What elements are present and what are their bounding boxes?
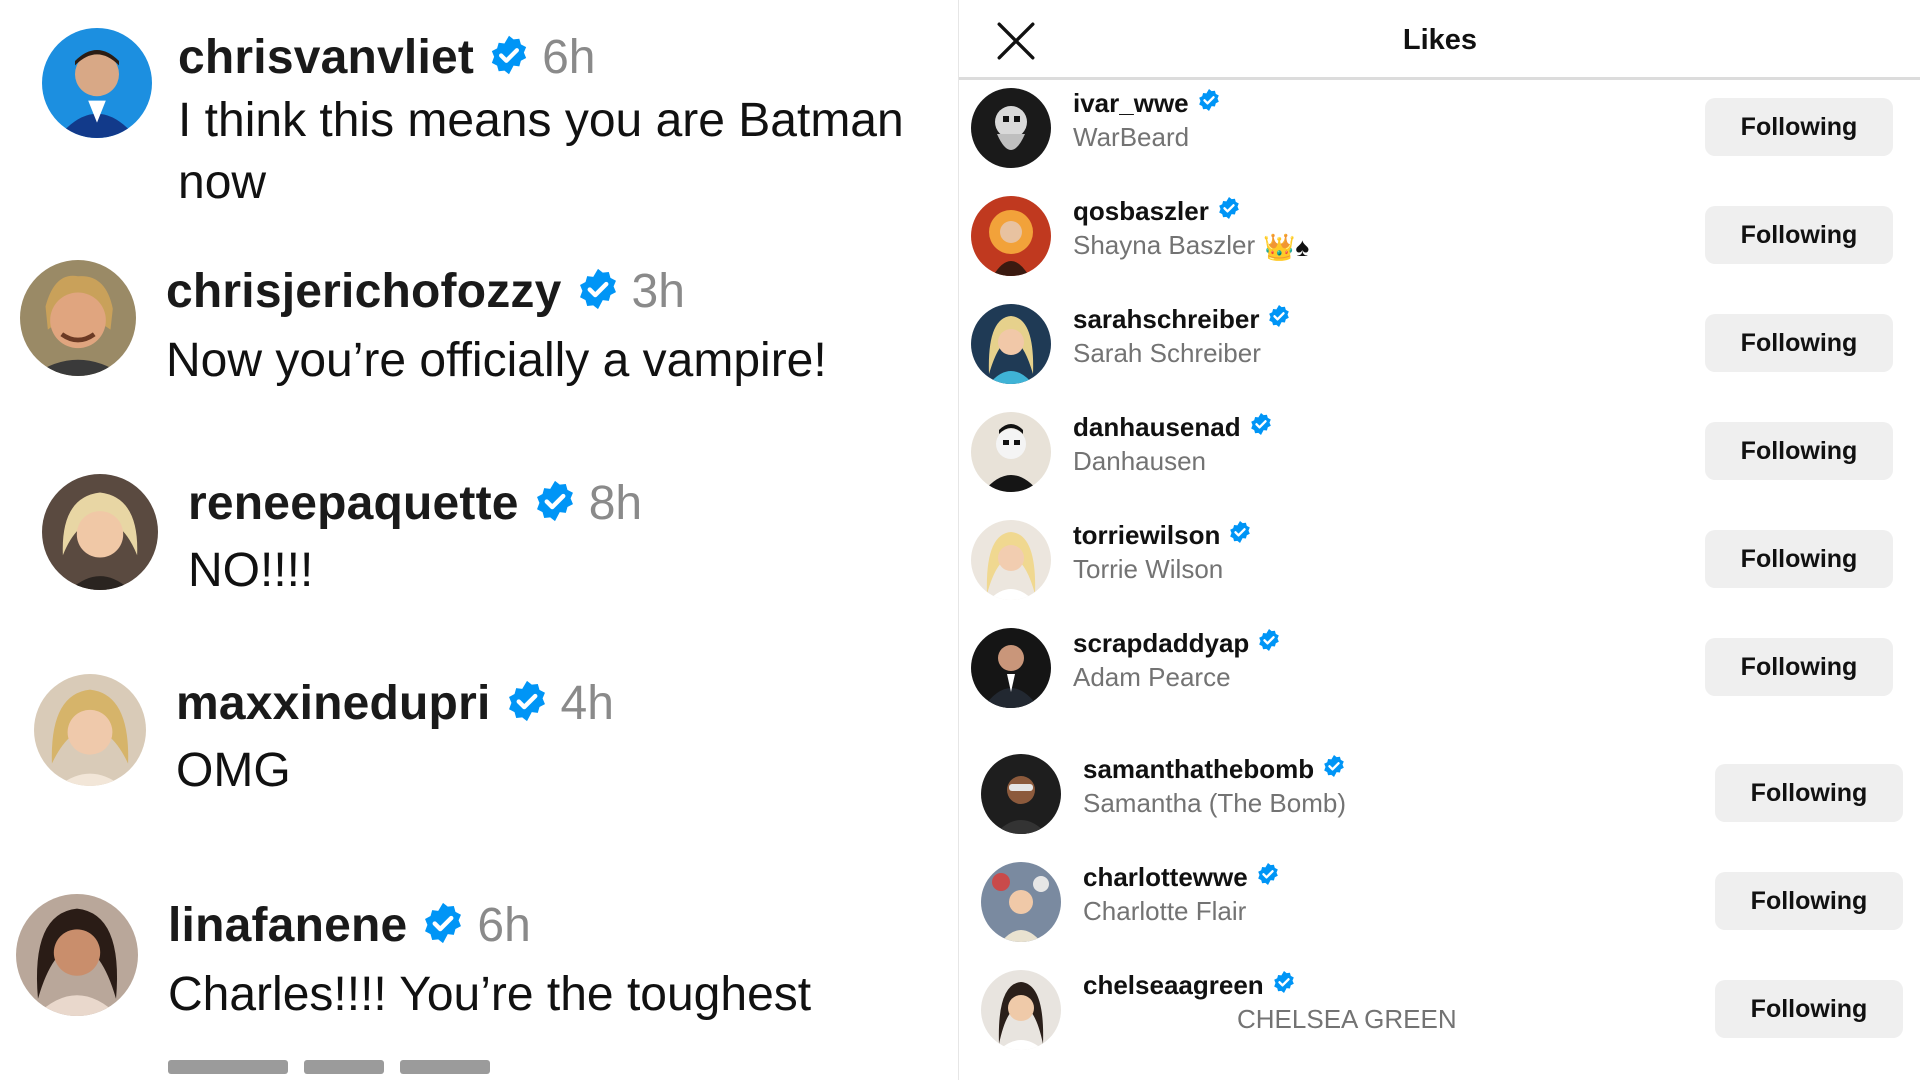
verified-badge-icon: [1267, 304, 1291, 335]
verified-badge-icon: [1228, 520, 1252, 551]
following-button[interactable]: Following: [1705, 530, 1893, 588]
avatar[interactable]: [971, 304, 1051, 384]
verified-badge-icon: [1249, 412, 1273, 443]
comment-time: 3h: [631, 265, 685, 318]
verified-badge-icon: [1256, 862, 1280, 893]
like-full-name: Torrie Wilson: [1073, 554, 1224, 584]
like-full-name: Danhausen: [1073, 446, 1206, 476]
comment-text: I think this means you are Batman now: [178, 94, 904, 209]
like-username[interactable]: ivar_wwe: [1073, 88, 1189, 119]
like-row: danhausenad Danhausen Following: [959, 402, 1920, 502]
following-button[interactable]: Following: [1715, 872, 1903, 930]
like-row: chelseaagreen CHELSEA GREEN Following: [959, 960, 1920, 1060]
like-full-name: Charlotte Flair: [1083, 896, 1247, 926]
avatar[interactable]: [971, 88, 1051, 168]
like-row: torriewilson Torrie Wilson Following: [959, 510, 1920, 610]
following-button[interactable]: Following: [1705, 422, 1893, 480]
avatar[interactable]: [981, 754, 1061, 834]
verified-badge-icon: [1322, 754, 1346, 785]
verified-badge-icon: [1272, 970, 1296, 1001]
verified-badge-icon: [488, 34, 530, 81]
following-button[interactable]: Following: [1715, 980, 1903, 1038]
like-username[interactable]: samanthathebomb: [1083, 754, 1314, 785]
comment-time: 4h: [560, 677, 614, 730]
avatar[interactable]: [981, 970, 1061, 1050]
comment-footer-cutoff: [168, 1060, 528, 1080]
avatar[interactable]: [971, 196, 1051, 276]
comment-username[interactable]: reneepaquette: [188, 476, 519, 531]
verified-badge-icon: [421, 901, 465, 950]
like-username[interactable]: torriewilson: [1073, 520, 1220, 551]
avatar[interactable]: [42, 28, 152, 138]
comment-time: 6h: [477, 899, 531, 952]
name-emoji: 👑♠: [1263, 231, 1310, 262]
comment-text: OMG: [176, 744, 291, 797]
comment-username[interactable]: chrisjerichofozzy: [166, 264, 562, 319]
like-full-name: Sarah Schreiber: [1073, 338, 1261, 368]
comment-username[interactable]: linafanene: [168, 898, 407, 953]
verified-badge-icon: [1257, 628, 1281, 659]
avatar[interactable]: [971, 628, 1051, 708]
likes-panel: Likes ivar_wwe WarBeard Following qosbas…: [958, 0, 1920, 1080]
avatar[interactable]: [16, 894, 138, 1016]
verified-badge-icon: [1217, 196, 1241, 227]
comment-time: 6h: [542, 31, 596, 84]
avatar[interactable]: [971, 520, 1051, 600]
like-row: ivar_wwe WarBeard Following: [959, 78, 1920, 178]
like-username[interactable]: danhausenad: [1073, 412, 1241, 443]
like-full-name: Samantha (The Bomb): [1083, 788, 1347, 818]
verified-badge-icon: [505, 679, 549, 728]
following-button[interactable]: Following: [1705, 638, 1893, 696]
comment-text: Charles!!!! You’re the toughest: [168, 968, 812, 1021]
comment-text: NO!!!!: [188, 544, 314, 597]
like-username[interactable]: charlottewwe: [1083, 862, 1248, 893]
like-full-name-row: Shayna Baszler 👑♠: [1073, 230, 1309, 263]
avatar[interactable]: [20, 260, 136, 376]
like-full-name: Adam Pearce: [1073, 662, 1231, 692]
like-username[interactable]: sarahschreiber: [1073, 304, 1259, 335]
likes-title: Likes: [1402, 24, 1478, 56]
comments-panel: chrisvanvliet 6h I think this means you …: [0, 0, 955, 1080]
avatar[interactable]: [34, 674, 146, 786]
comment-text: Now you’re officially a vampire!: [166, 334, 827, 387]
avatar[interactable]: [981, 862, 1061, 942]
like-row: sarahschreiber Sarah Schreiber Following: [959, 294, 1920, 394]
comment-username[interactable]: maxxinedupri: [176, 676, 491, 731]
like-username[interactable]: scrapdaddyap: [1073, 628, 1249, 659]
like-row: scrapdaddyap Adam Pearce Following: [959, 618, 1920, 718]
verified-badge-icon: [576, 267, 620, 316]
comment-time: 8h: [588, 477, 643, 530]
like-row: charlottewwe Charlotte Flair Following: [959, 852, 1920, 952]
like-full-name: Shayna Baszler: [1073, 230, 1256, 260]
like-username[interactable]: qosbaszler: [1073, 196, 1209, 227]
avatar[interactable]: [971, 412, 1051, 492]
following-button[interactable]: Following: [1705, 98, 1893, 156]
like-full-name: CHELSEA GREEN: [1237, 1004, 1457, 1034]
like-row: samanthathebomb Samantha (The Bomb) Foll…: [959, 744, 1920, 844]
comment-username[interactable]: chrisvanvliet: [178, 30, 474, 85]
following-button[interactable]: Following: [1705, 206, 1893, 264]
verified-badge-icon: [533, 479, 577, 528]
following-button[interactable]: Following: [1715, 764, 1903, 822]
like-username[interactable]: chelseaagreen: [1083, 970, 1264, 1001]
like-row: qosbaszler Shayna Baszler 👑♠ Following: [959, 186, 1920, 286]
following-button[interactable]: Following: [1705, 314, 1893, 372]
verified-badge-icon: [1197, 88, 1221, 119]
avatar[interactable]: [42, 474, 158, 590]
likes-header: Likes: [959, 0, 1920, 80]
like-full-name: WarBeard: [1073, 122, 1190, 152]
